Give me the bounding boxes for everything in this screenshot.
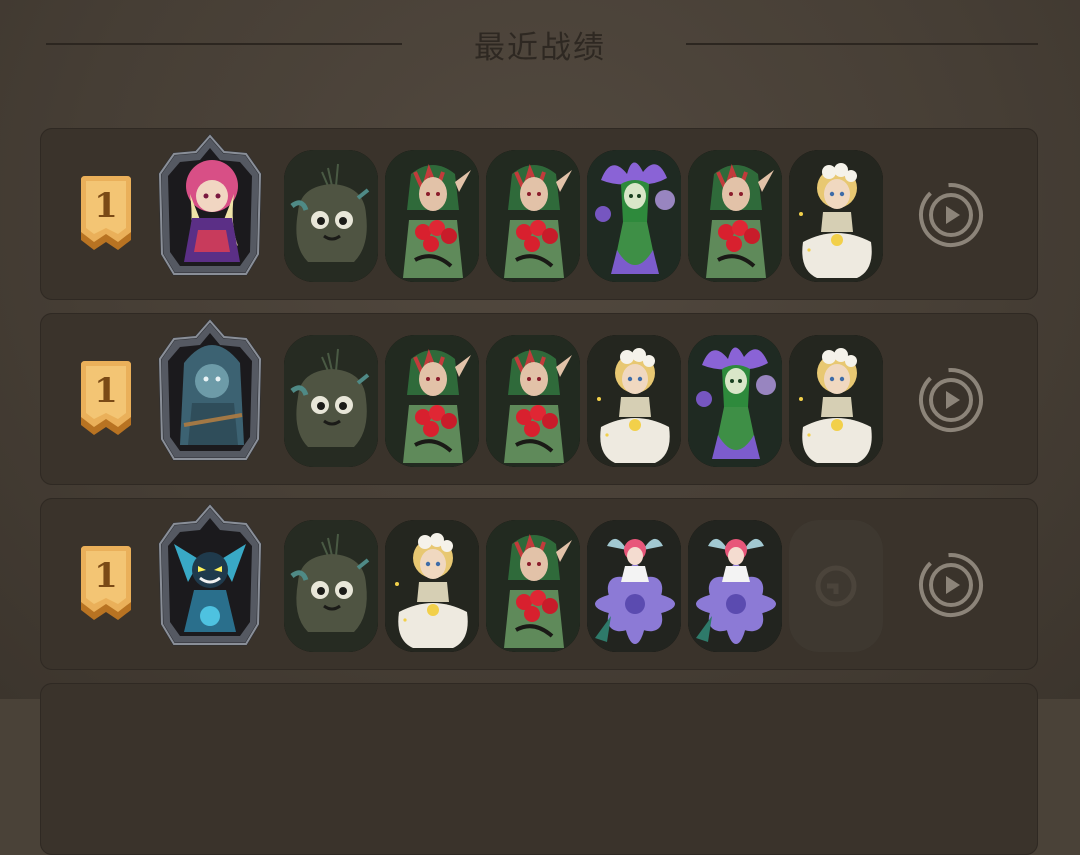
unit-card-violet-flower-sorceress[interactable]: [587, 150, 681, 282]
unit-card-rose-dryad[interactable]: [486, 150, 580, 282]
unit-card-rose-dryad[interactable]: [385, 335, 479, 467]
empty-unit-slot: [789, 520, 883, 652]
unit-card-violet-flower-sorceress[interactable]: [688, 335, 782, 467]
rank-number: 1: [94, 186, 118, 226]
unit-card-rose-dryad[interactable]: [385, 150, 479, 282]
play-icon: [919, 368, 983, 432]
play-icon: [919, 552, 983, 617]
match-row: 1: [40, 498, 1038, 670]
replay-button[interactable]: [918, 367, 984, 433]
panel-title: 最近战绩: [474, 30, 606, 66]
match-row: 1: [40, 313, 1038, 485]
unit-card-stone-golem[interactable]: [284, 150, 378, 282]
rank-badge: 1: [78, 546, 134, 626]
unit-card-daisy-pixie[interactable]: [587, 520, 681, 652]
unit-card-white-lily-fairy[interactable]: [385, 520, 479, 652]
play-icon: [919, 183, 983, 247]
commander-portrait[interactable]: [154, 134, 266, 282]
replay-button[interactable]: [918, 182, 984, 248]
unit-card-stone-golem[interactable]: [284, 520, 378, 652]
unit-card-rose-dryad[interactable]: [486, 520, 580, 652]
replay-button[interactable]: [918, 552, 984, 618]
unit-card-daisy-pixie[interactable]: [688, 520, 782, 652]
rank-badge: 1: [78, 361, 134, 441]
unit-card-stone-golem[interactable]: [284, 335, 378, 467]
match-row-partial: [40, 683, 1038, 855]
recent-matches-panel: 最近战绩 1 1 1: [0, 0, 1080, 855]
match-row: 1: [40, 128, 1038, 300]
unit-card-rose-dryad[interactable]: [486, 335, 580, 467]
unit-card-white-lily-fairy[interactable]: [587, 335, 681, 467]
rank-number: 1: [94, 556, 118, 596]
header-divider-right: [686, 43, 1038, 45]
header-divider-left: [46, 43, 402, 45]
unit-card-rose-dryad[interactable]: [688, 150, 782, 282]
unit-card-white-lily-fairy[interactable]: [789, 150, 883, 282]
commander-portrait[interactable]: [154, 504, 266, 652]
rank-number: 1: [94, 371, 118, 411]
unit-card-white-lily-fairy[interactable]: [789, 335, 883, 467]
commander-portrait[interactable]: [154, 319, 266, 467]
rank-badge: 1: [78, 176, 134, 256]
